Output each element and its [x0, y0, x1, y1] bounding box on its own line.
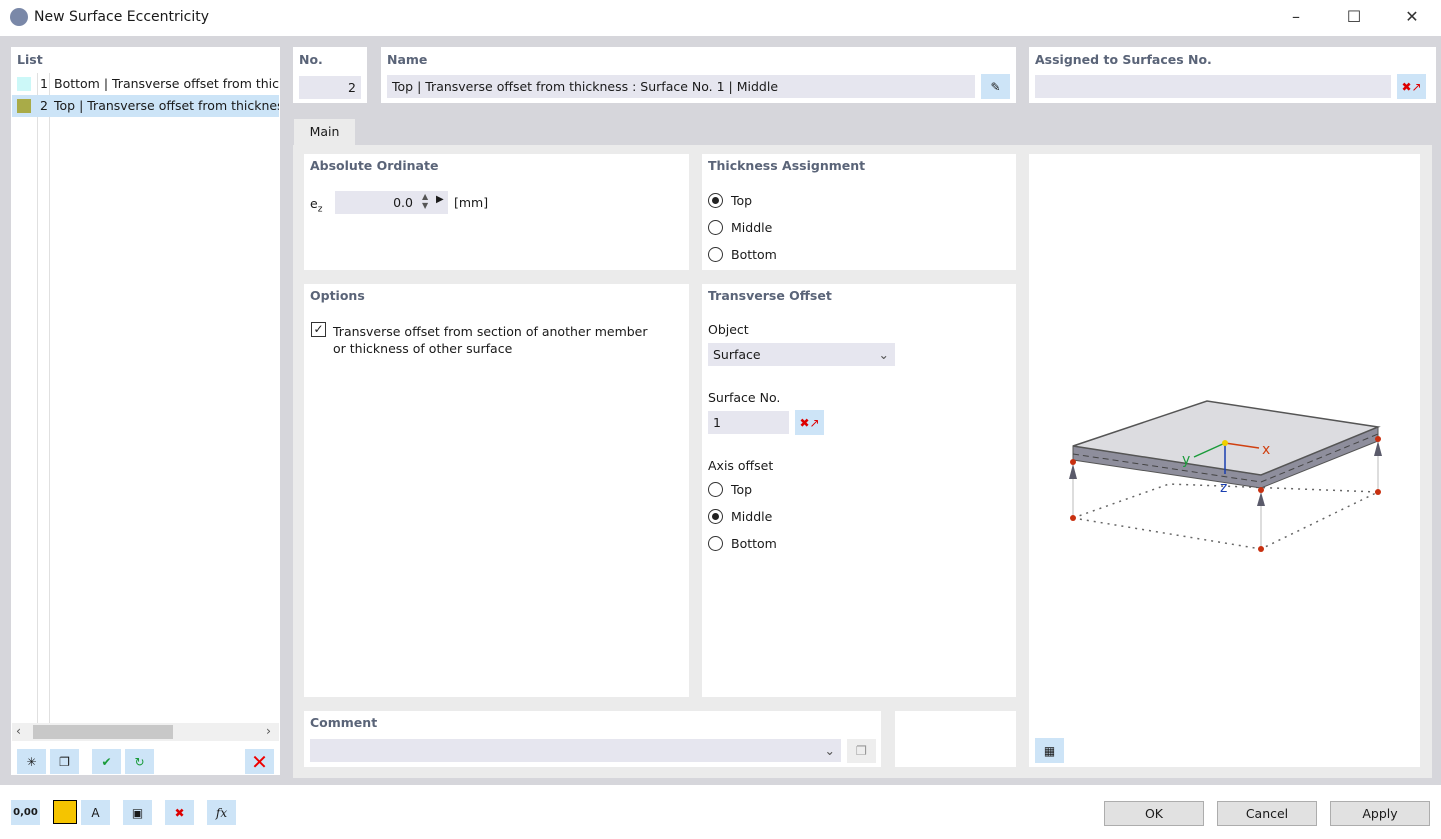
minimize-button[interactable]: – [1273, 0, 1319, 36]
ez-input[interactable]: 0.0 [335, 191, 448, 214]
absolute-ordinate-panel: Absolute Ordinate ez 0.0 ▲ ▼ ▶ [mm] [304, 154, 689, 270]
thickness-middle-radio[interactable]: Middle [708, 214, 777, 241]
scroll-right-icon[interactable]: › [266, 723, 271, 738]
comment-input[interactable]: ⌄ [310, 739, 841, 762]
name-panel: Name Top | Transverse offset from thickn… [381, 47, 1016, 103]
thickness-bottom-radio[interactable]: Bottom [708, 241, 777, 268]
support-icon [1374, 441, 1382, 456]
list-item[interactable]: 1 Bottom | Transverse offset from thickn… [12, 73, 279, 95]
x-axis-label: x [1262, 442, 1270, 458]
no-panel: No. 2 [293, 47, 367, 103]
app-icon [10, 8, 28, 26]
expand-arrow-icon[interactable]: ▶ [436, 194, 444, 205]
y-axis-label: y [1182, 452, 1190, 468]
name-label: Name [387, 52, 428, 67]
comment-header: Comment [310, 715, 378, 730]
delete-icon[interactable]: ✕ [245, 749, 274, 774]
surface-no-label: Surface No. [708, 390, 781, 405]
tab-main[interactable]: Main [294, 119, 355, 146]
maximize-button[interactable]: ☐ [1331, 0, 1377, 36]
axis-offset-label: Axis offset [708, 458, 774, 473]
pick-surface-icon[interactable]: ✖↗ [795, 410, 824, 435]
preview-panel: x y z ▦ [1029, 154, 1420, 767]
thickness-top-radio[interactable]: Top [708, 187, 777, 214]
assigned-field[interactable] [1035, 75, 1391, 98]
surface-no-field[interactable]: 1 [708, 411, 789, 434]
horizontal-scrollbar[interactable]: ‹ › [12, 723, 279, 741]
absolute-ordinate-header: Absolute Ordinate [310, 158, 439, 173]
color-swatch [17, 77, 31, 91]
view-icon[interactable]: ▣ [123, 800, 152, 825]
units-icon[interactable]: 0,00 [11, 800, 40, 825]
surface-preview-graphic: x y z [1069, 400, 1382, 552]
title-bar: New Surface Eccentricity – ☐ ✕ [0, 0, 1441, 36]
color-swatch [17, 99, 31, 113]
preview-settings-icon[interactable]: ▦ [1035, 738, 1064, 763]
item-no: 1 [40, 76, 48, 91]
pick-object-icon[interactable]: ✖ [165, 800, 194, 825]
scroll-left-icon[interactable]: ‹ [16, 723, 21, 738]
transverse-offset-panel: Transverse Offset Object Surface ⌄ Surfac… [702, 284, 1016, 697]
new-item-icon[interactable]: ✳ [17, 749, 46, 774]
options-header: Options [310, 288, 365, 303]
edit-name-icon[interactable]: ✎ [981, 74, 1010, 99]
list-header: List [17, 52, 43, 67]
no-label: No. [299, 52, 323, 67]
spinner-icon[interactable]: ▲ ▼ [422, 192, 428, 210]
chevron-down-icon: ⌄ [878, 347, 889, 362]
axis-top-radio[interactable]: Top [708, 476, 777, 503]
assigned-label: Assigned to Surfaces No. [1035, 52, 1212, 67]
list-item-selected[interactable]: 2 Top | Transverse offset from thickness… [12, 95, 279, 117]
comment-library-icon[interactable]: ❐ [847, 739, 876, 763]
copy-item-icon[interactable]: ❐ [50, 749, 79, 774]
options-panel: Options ✓ Transverse offset from section… [304, 284, 689, 697]
toggle-check-icon[interactable]: ↻ [125, 749, 154, 774]
item-label: Bottom | Transverse offset from thicknes… [54, 76, 279, 91]
window-title: New Surface Eccentricity [34, 9, 209, 25]
support-icon [1069, 464, 1077, 479]
ez-unit: [mm] [454, 195, 489, 210]
no-field[interactable]: 2 [299, 76, 361, 99]
item-label: Top | Transverse offset from thickness :… [54, 98, 279, 113]
support-icon [1257, 492, 1265, 506]
color-swatch-button[interactable] [53, 800, 77, 824]
list-panel: List 1 Bottom | Transverse offset from t… [11, 47, 280, 775]
scrollbar-thumb[interactable] [33, 725, 173, 739]
display-properties-icon[interactable]: A [81, 800, 110, 825]
cancel-button[interactable]: Cancel [1217, 801, 1317, 826]
transverse-offset-checkbox[interactable]: ✓ [311, 322, 326, 337]
assigned-panel: Assigned to Surfaces No. ✖↗ [1029, 47, 1436, 103]
object-select[interactable]: Surface ⌄ [708, 343, 895, 366]
ez-label: ez [310, 196, 323, 215]
axis-bottom-radio[interactable]: Bottom [708, 530, 777, 557]
close-button[interactable]: ✕ [1389, 0, 1435, 36]
object-label: Object [708, 322, 749, 337]
pick-surfaces-icon[interactable]: ✖↗ [1397, 74, 1426, 99]
check-all-icon[interactable]: ✔ [92, 749, 121, 774]
name-field[interactable]: Top | Transverse offset from thickness :… [387, 75, 975, 98]
thickness-header: Thickness Assignment [708, 158, 866, 173]
axis-middle-radio[interactable]: Middle [708, 503, 777, 530]
transverse-header: Transverse Offset [708, 288, 832, 303]
ok-button[interactable]: OK [1104, 801, 1204, 826]
comment-panel: Comment ⌄ ❐ [304, 711, 881, 767]
formula-icon[interactable]: fx [207, 800, 236, 825]
item-no: 2 [40, 98, 48, 113]
chevron-down-icon: ⌄ [824, 743, 835, 758]
apply-button[interactable]: Apply [1330, 801, 1430, 826]
blank-panel [895, 711, 1016, 767]
checkbox-label: Transverse offset from section of anothe… [333, 324, 648, 356]
z-axis-label: z [1220, 480, 1227, 496]
thickness-panel: Thickness Assignment Top Middle Bottom [702, 154, 1016, 270]
